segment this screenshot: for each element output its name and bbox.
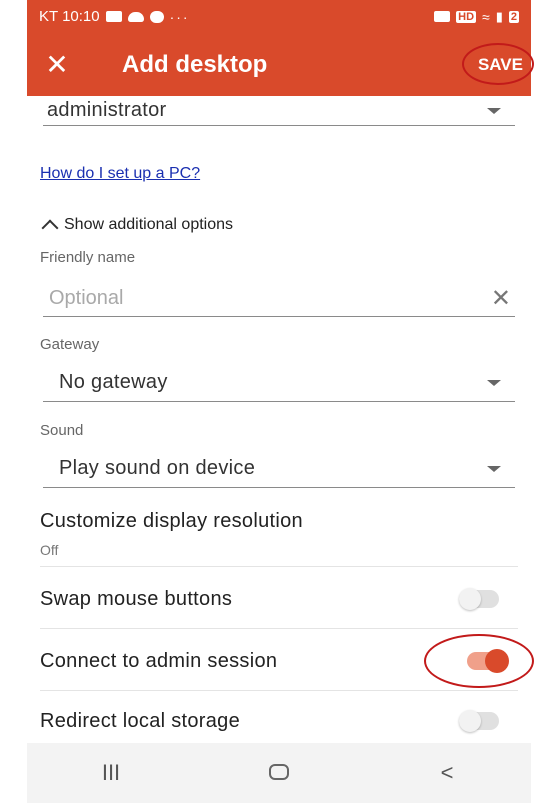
- app-bar: ✕ Add desktop SAVE: [27, 33, 534, 96]
- recents-icon: III: [101, 760, 121, 785]
- home-icon: [269, 764, 289, 780]
- friendly-name-field: ✕: [43, 281, 515, 317]
- sound-select[interactable]: Play sound on device: [43, 450, 515, 488]
- show-additional-options-toggle[interactable]: Show additional options: [40, 216, 234, 237]
- cloud-icon: [127, 11, 144, 22]
- system-nav-bar: III <: [27, 743, 531, 803]
- more-notifications-icon: ···: [169, 8, 190, 25]
- close-icon: ✕: [45, 49, 69, 80]
- display-resolution-value: Off: [40, 542, 59, 558]
- signal-icon: ▮: [495, 8, 503, 24]
- friendly-name-input[interactable]: [43, 287, 423, 310]
- sound-value: Play sound on device: [59, 457, 256, 479]
- save-button[interactable]: SAVE: [461, 42, 534, 85]
- chat-icon: [149, 10, 164, 23]
- gallery-icon: [105, 11, 122, 22]
- divider: [40, 628, 518, 629]
- chevron-down-icon: [487, 379, 501, 386]
- gateway-label: Gateway: [40, 336, 100, 353]
- display-resolution-label: Customize display resolution: [40, 510, 303, 532]
- chevron-down-icon: [487, 465, 501, 472]
- sound-label: Sound: [40, 422, 84, 439]
- back-icon: <: [440, 760, 454, 785]
- close-button[interactable]: ✕: [27, 33, 87, 96]
- save-annotation-ring: [461, 42, 534, 85]
- user-account-select[interactable]: administrator: [43, 96, 515, 126]
- divider: [40, 566, 518, 567]
- chevron-down-icon: [487, 107, 501, 114]
- status-bar-left: KT 10:10 ···: [39, 8, 190, 25]
- page-title: Add desktop: [122, 50, 268, 78]
- back-button[interactable]: <: [417, 760, 477, 786]
- home-button[interactable]: [249, 760, 309, 786]
- carrier-time: KT 10:10: [39, 8, 100, 25]
- admin-session-annotation-ring: [424, 634, 534, 688]
- friendly-name-label: Friendly name: [40, 249, 136, 266]
- user-account-value: administrator: [47, 99, 167, 121]
- admin-session-label: Connect to admin session: [40, 650, 278, 672]
- redirect-storage-toggle[interactable]: [459, 710, 499, 732]
- battery-icon: 2: [508, 10, 519, 23]
- chevron-up-icon: [41, 219, 59, 237]
- clear-icon[interactable]: ✕: [491, 284, 511, 313]
- swap-mouse-label: Swap mouse buttons: [40, 588, 233, 610]
- status-bar: KT 10:10 ··· HD ≈ ▮ 2: [27, 0, 531, 33]
- additional-options-label: Show additional options: [64, 216, 234, 233]
- redirect-storage-label: Redirect local storage: [40, 710, 241, 732]
- alarm-icon: [434, 11, 451, 22]
- help-link[interactable]: How do I set up a PC?: [40, 165, 200, 183]
- hd-badge: HD: [456, 10, 477, 23]
- recents-button[interactable]: III: [81, 760, 141, 786]
- status-bar-right: HD ≈ ▮ 2: [434, 9, 519, 25]
- wifi-icon: ≈: [482, 8, 490, 25]
- swap-mouse-toggle[interactable]: [459, 588, 499, 610]
- gateway-value: No gateway: [59, 371, 168, 393]
- divider: [40, 690, 518, 691]
- gateway-select[interactable]: No gateway: [43, 364, 515, 402]
